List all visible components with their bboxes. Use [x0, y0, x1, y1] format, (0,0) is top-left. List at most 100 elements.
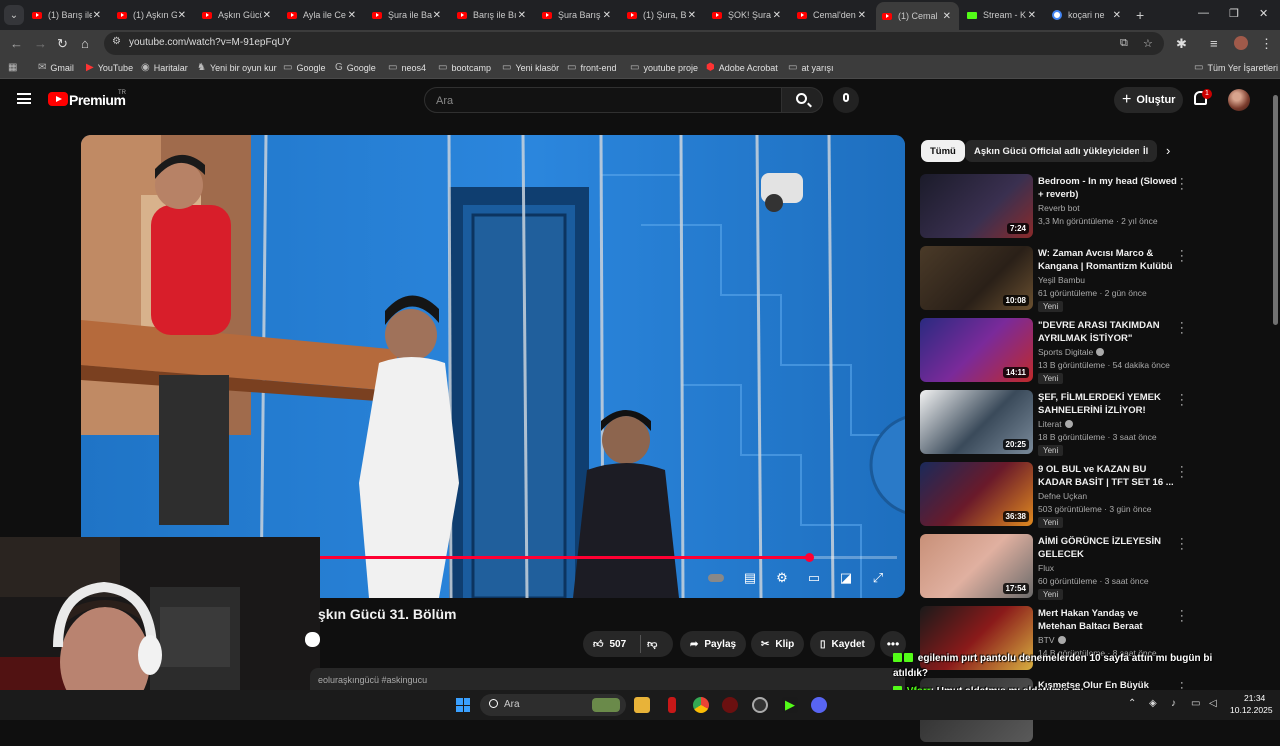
close-tab-icon[interactable]: ✕	[263, 10, 271, 21]
video-thumbnail[interactable]: 20:25	[920, 390, 1033, 454]
more-options-icon[interactable]: ···	[1180, 606, 1184, 627]
recommended-video-title[interactable]: AİMİ GÖRÜNCE İZLEYESİN GELECEK	[1038, 535, 1178, 561]
bookmark-item[interactable]: ◉ Haritalar	[141, 62, 188, 73]
home-icon[interactable]: ⌂	[81, 36, 89, 51]
video-thumbnail[interactable]: 17:54	[920, 534, 1033, 598]
cast-icon[interactable]: ◪	[837, 571, 855, 585]
back-icon[interactable]: ←	[10, 36, 23, 51]
taskbar-app-icon[interactable]	[668, 697, 676, 713]
browser-tab[interactable]: Stream - K ✕	[961, 4, 1044, 26]
bookmark-item[interactable]: ▭ Google	[283, 62, 325, 73]
microphone-tray-icon[interactable]: ♪	[1171, 698, 1176, 709]
channel-name[interactable]: Sports Digitale	[1038, 347, 1105, 357]
browser-tab[interactable]: (1) Aşkın G ✕	[111, 4, 194, 26]
channel-name[interactable]: Flux	[1038, 563, 1054, 573]
video-thumbnail[interactable]: 14:11	[920, 318, 1033, 382]
more-options-icon[interactable]: ···	[1180, 390, 1184, 411]
site-info-icon[interactable]: ⚙	[112, 36, 121, 47]
close-tab-icon[interactable]: ✕	[518, 10, 526, 21]
create-button[interactable]: + Oluştur	[1114, 87, 1183, 113]
tab-search-icon[interactable]: ⌄	[4, 5, 24, 25]
close-tab-icon[interactable]: ✕	[603, 10, 611, 21]
recommended-video[interactable]: 17:54 AİMİ GÖRÜNCE İZLEYESİN GELECEK Flux 6…	[920, 534, 1265, 602]
video-player[interactable]: ▤ ⚙ ▭ ◪ ⤢	[81, 135, 905, 598]
clip-button[interactable]: ✂ Klip	[751, 631, 805, 657]
media-control-icon[interactable]: ≡	[1210, 36, 1218, 51]
more-options-icon[interactable]: ···	[1180, 174, 1184, 195]
voice-search-button[interactable]	[833, 87, 859, 113]
taskbar-search-input[interactable]: Ara	[480, 694, 626, 716]
progress-bar[interactable]	[311, 553, 897, 562]
browser-tab[interactable]: (1) Barış ile ✕	[26, 4, 109, 26]
network-icon[interactable]: ◈	[1149, 698, 1157, 709]
channel-name[interactable]: BTV	[1038, 635, 1066, 645]
channel-name[interactable]: Literat	[1038, 419, 1073, 429]
recommended-video-title[interactable]: Bedroom - In my head (Slowed + reverb)	[1038, 175, 1178, 201]
close-tab-icon[interactable]: ✕	[1113, 10, 1121, 21]
recommended-video[interactable]: 14:11 "DEVRE ARASI TAKIMDAN AYRILMAK İSTİ…	[920, 318, 1265, 386]
scrollbar-thumb[interactable]	[1273, 95, 1278, 325]
browser-menu-icon[interactable]: ⋮	[1260, 36, 1273, 52]
close-tab-icon[interactable]: ✕	[178, 10, 186, 21]
bookmark-item[interactable]: G Google	[335, 62, 376, 73]
restore-icon[interactable]: ❐	[1229, 7, 1239, 20]
video-thumbnail[interactable]: 10:08	[920, 246, 1033, 310]
more-options-icon[interactable]: ···	[1180, 534, 1184, 555]
recommended-video[interactable]: 20:25 ŞEF, FİLMLERDEKİ YEMEK SAHNELERİNİ …	[920, 390, 1265, 458]
chips-next-chevron-icon[interactable]: ›	[1166, 143, 1170, 158]
volume-icon[interactable]: ◁	[1209, 698, 1217, 709]
browser-tab[interactable]: Şura ile Ba ✕	[366, 4, 449, 26]
close-window-icon[interactable]: ✕	[1259, 7, 1268, 20]
browser-tab[interactable]: Cemal'den ✕	[791, 4, 874, 26]
discord-icon[interactable]	[811, 697, 827, 713]
chrome-icon[interactable]	[693, 697, 709, 713]
bookmark-item[interactable]: ▭ Yeni klasör	[502, 62, 559, 73]
dislike-button[interactable]: 👎︎	[647, 638, 657, 650]
bookmark-item[interactable]: ▭ bootcamp	[438, 62, 491, 73]
bookmark-item[interactable]: ▶ YouTube	[86, 62, 133, 73]
browser-tab[interactable]: Şura Barış ✕	[536, 4, 619, 26]
browser-tab[interactable]: Ayla ile Ce ✕	[281, 4, 364, 26]
display-icon[interactable]: ▭	[1191, 698, 1200, 709]
bookmark-item[interactable]: ▭ at yarışı	[788, 62, 833, 73]
hamburger-menu-icon[interactable]	[17, 93, 31, 104]
channel-name[interactable]: Reverb bot	[1038, 203, 1080, 213]
browser-tab[interactable]: Barış ile Bı ✕	[451, 4, 534, 26]
chip-more[interactable]: İl	[1139, 140, 1157, 162]
install-app-icon[interactable]: ⧉	[1120, 37, 1128, 50]
fullscreen-icon[interactable]: ⤢	[869, 571, 887, 585]
chip-all[interactable]: Tümü	[921, 140, 965, 162]
recommended-video-title[interactable]: W: Zaman Avcısı Marco & Kangana | Romant…	[1038, 247, 1178, 273]
bookmark-item[interactable]: ▭ youtube proje	[630, 62, 698, 73]
video-thumbnail[interactable]: 36:38	[920, 462, 1033, 526]
close-tab-icon[interactable]: ✕	[1028, 10, 1036, 21]
browser-tab[interactable]: koçari ne ✕	[1046, 4, 1129, 26]
recommended-video[interactable]: 36:38 9 OL BUL ve KAZAN BU KADAR BASİT | …	[920, 462, 1265, 530]
windows-start-icon[interactable]	[456, 698, 470, 712]
youtube-brand[interactable]: Premium	[69, 92, 126, 108]
clock-date[interactable]: 10.12.2025	[1230, 705, 1273, 715]
recommended-video-title[interactable]: ŞEF, FİLMLERDEKİ YEMEK SAHNELERİNİ İZLİY…	[1038, 391, 1178, 417]
close-tab-icon[interactable]: ✕	[688, 10, 696, 21]
close-tab-icon[interactable]: ✕	[773, 10, 781, 21]
browser-tab[interactable]: (1) Şura, B ✕	[621, 4, 704, 26]
forward-icon[interactable]: →	[34, 36, 47, 51]
save-button[interactable]: ▯ Kaydet	[810, 631, 875, 657]
video-thumbnail[interactable]: 7:24	[920, 174, 1033, 238]
bookmark-item[interactable]: ▭ neos4	[388, 62, 426, 73]
close-tab-icon[interactable]: ✕	[433, 10, 441, 21]
bookmark-star-icon[interactable]: ☆	[1143, 37, 1153, 50]
recommended-video[interactable]: 7:24 Bedroom - In my head (Slowed + rever…	[920, 174, 1265, 242]
more-options-icon[interactable]: ···	[1180, 462, 1184, 483]
close-tab-icon[interactable]: ✕	[943, 11, 951, 22]
taskbar-app-icon[interactable]	[722, 697, 738, 713]
close-tab-icon[interactable]: ✕	[93, 10, 101, 21]
chip-uploader[interactable]: Aşkın Gücü Official adlı yükleyiciden	[965, 140, 1150, 162]
theater-mode-icon[interactable]: ▭	[805, 571, 823, 585]
reload-icon[interactable]: ↻	[57, 36, 68, 52]
file-explorer-icon[interactable]	[634, 697, 650, 713]
bookmark-item[interactable]: ♞ Yeni bir oyun kur	[197, 62, 277, 73]
bookmark-item[interactable]: ▭ front-end	[567, 62, 616, 73]
share-button[interactable]: ➦ Paylaş	[680, 631, 747, 657]
extensions-icon[interactable]: ✱	[1176, 36, 1187, 52]
